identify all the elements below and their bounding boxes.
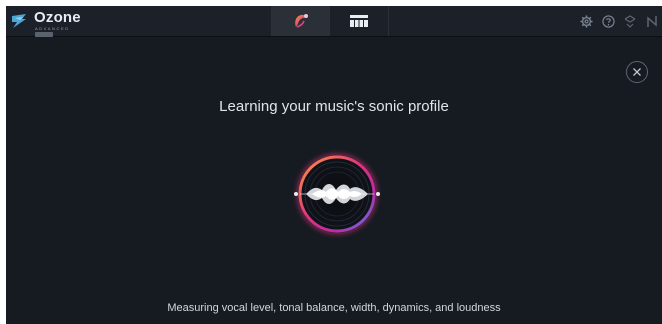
- app-edition: ADVANCED: [35, 26, 70, 31]
- app-logo[interactable]: Ozone ADVANCED: [10, 9, 100, 37]
- help-icon[interactable]: [600, 13, 616, 29]
- analysis-status: Measuring vocal level, tonal balance, wi…: [167, 302, 501, 314]
- tab-divider: [388, 6, 389, 36]
- settings-icon[interactable]: [578, 13, 594, 29]
- app-name: Ozone: [34, 9, 81, 26]
- edition-badge: [35, 32, 53, 37]
- modules-icon: [350, 15, 368, 27]
- undo-icon[interactable]: [622, 13, 638, 29]
- assistant-icon: [295, 14, 308, 28]
- assistant-headline: Learning your music's sonic profile: [219, 98, 449, 115]
- bypass-icon[interactable]: [644, 13, 660, 29]
- header-icons: [578, 12, 660, 30]
- close-icon: [633, 68, 641, 76]
- close-button[interactable]: [626, 61, 648, 83]
- tab-assistant[interactable]: [272, 6, 330, 36]
- ozone-logo-icon: [12, 14, 26, 28]
- tab-modules[interactable]: [330, 6, 388, 36]
- ozone-window: Ozone ADVANCED Learning your music's son…: [6, 6, 662, 324]
- top-bar: Ozone ADVANCED: [6, 6, 662, 37]
- listening-orb-icon: [291, 148, 383, 240]
